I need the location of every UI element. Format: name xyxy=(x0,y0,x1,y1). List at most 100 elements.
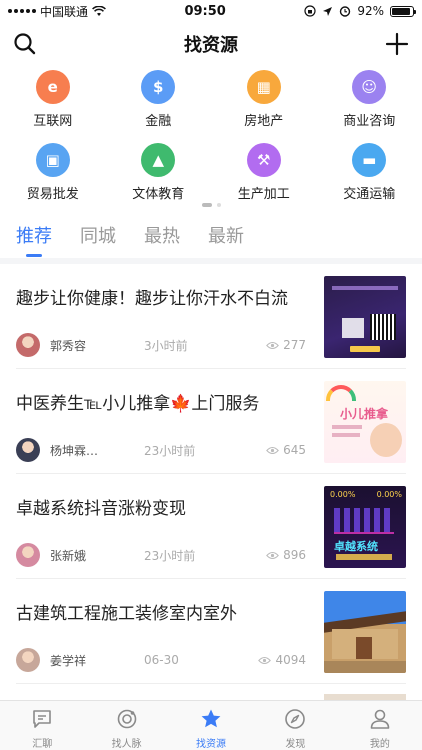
status-bar: 中国联通 09:50 92% xyxy=(0,0,422,22)
compass-icon xyxy=(285,709,306,729)
thumb-percent: 0.00% xyxy=(330,490,356,499)
feed-item[interactable]: 中医养生℡小儿推拿🍁上门服务 杨坤霖… 23小时前 645 小儿推拿 xyxy=(16,369,406,474)
category-consulting[interactable]: ☺ 商业咨询 xyxy=(317,70,422,129)
tab-label: 推荐 xyxy=(16,226,52,247)
signal-icon xyxy=(8,9,36,13)
avatar[interactable] xyxy=(16,438,40,462)
transport-icon: ▬ xyxy=(352,143,387,177)
feed-item[interactable]: 趣步让你健康！趣步让你汗水不白流郭秀容 3小时前 277 xyxy=(16,264,406,369)
author-name: 郭秀容 xyxy=(50,338,87,353)
category-trade[interactable]: ▣ 贸易批发 xyxy=(0,143,106,202)
category-internet[interactable]: e 互联网 xyxy=(0,70,106,129)
tab-3[interactable]: 最新 xyxy=(208,222,244,258)
category-label: 文体教育 xyxy=(132,187,185,202)
feed-item[interactable]: 卓越系统抖音涨粉变现 张新娥 23小时前 896 0.00% 0.00% 卓越系统 xyxy=(16,474,406,579)
alarm-icon xyxy=(340,6,351,17)
tab-underline xyxy=(26,254,42,257)
author-name: 姜学祥 xyxy=(50,653,87,668)
ancient-building-photo[interactable] xyxy=(324,591,406,673)
add-icon[interactable] xyxy=(384,31,410,57)
item-title: 中医养生℡小儿推拿🍁上门服务 xyxy=(16,394,260,414)
qubu-poster[interactable] xyxy=(324,276,406,358)
status-right: 92% xyxy=(304,4,416,18)
zhuoyue-poster[interactable]: 0.00% 0.00% 卓越系统 xyxy=(324,486,406,568)
building-icon: ▦ xyxy=(246,70,281,104)
tabbar-item-star[interactable]: 找资源 xyxy=(169,701,253,750)
tabbar-item-person[interactable]: 我的 xyxy=(338,701,422,750)
manufacturing-icon: ⚒ xyxy=(246,143,281,177)
orientation-lock-icon xyxy=(304,5,316,17)
tab-label: 同城 xyxy=(80,226,116,247)
tabbar-item-compass[interactable]: 发现 xyxy=(253,701,337,750)
internet-icon: e xyxy=(35,70,70,104)
eye-icon xyxy=(266,551,279,559)
view-count: 4094 xyxy=(258,653,306,667)
feed-item[interactable]: 古建筑工程施工装修室内室外姜学祥 06-30 4094 xyxy=(16,579,406,684)
bottom-tab-bar: 汇聊 找人脉 找资源 发现 我的 xyxy=(0,700,422,750)
category-manufacturing[interactable]: ⚒ 生产加工 xyxy=(211,143,317,202)
avatar[interactable] xyxy=(16,543,40,567)
eye-icon xyxy=(266,446,279,454)
item-meta: 姜学祥 06-30 4094 xyxy=(16,647,306,673)
category-finance[interactable]: $ 金融 xyxy=(106,70,212,129)
item-title: 趣步让你健康！趣步让你汗水不白流 xyxy=(16,289,288,309)
item-meta: 杨坤霖… 23小时前 645 xyxy=(16,437,306,463)
eye-icon xyxy=(266,341,279,349)
chat-icon xyxy=(33,710,52,728)
tabbar-label: 汇聊 xyxy=(32,739,53,750)
category-building[interactable]: ▦ 房地产 xyxy=(211,70,317,129)
status-time: 09:50 xyxy=(184,3,226,19)
status-left: 中国联通 xyxy=(8,3,106,20)
post-time: 23小时前 xyxy=(144,443,196,458)
view-count-value: 4094 xyxy=(275,653,306,667)
tabbar-item-network[interactable]: 找人脉 xyxy=(84,701,168,750)
thumb-title: 小儿推拿 xyxy=(340,407,389,421)
category-label: 互联网 xyxy=(33,114,73,129)
view-count-value: 277 xyxy=(283,338,306,352)
page-title: 找资源 xyxy=(184,35,238,56)
category-transport[interactable]: ▬ 交通运输 xyxy=(317,143,422,202)
item-title: 古建筑工程施工装修室内室外 xyxy=(16,604,237,624)
trade-icon: ▣ xyxy=(35,143,70,177)
resource-feed: 趣步让你健康！趣步让你汗水不白流郭秀容 3小时前 277 中医养生℡小儿推拿🍁上门服务… xyxy=(0,264,422,684)
tabbar-label: 我的 xyxy=(369,739,390,750)
post-time: 3小时前 xyxy=(144,338,188,353)
item-meta: 张新娥 23小时前 896 xyxy=(16,542,306,568)
location-icon xyxy=(323,6,333,16)
item-title: 卓越系统抖音涨粉变现 xyxy=(16,499,186,519)
avatar[interactable] xyxy=(16,333,40,357)
tab-1[interactable]: 同城 xyxy=(80,222,116,258)
xiaoer-tuina-poster[interactable]: 小儿推拿 xyxy=(324,381,406,463)
nav-bar: 找资源 xyxy=(0,22,422,66)
battery-icon xyxy=(389,5,416,17)
carrier-label: 中国联通 xyxy=(40,4,89,19)
tab-label: 最新 xyxy=(208,226,244,247)
author-name: 张新娥 xyxy=(50,548,87,563)
tabbar-label: 找人脉 xyxy=(111,739,142,750)
tab-label: 最热 xyxy=(144,226,180,247)
category-label: 商业咨询 xyxy=(343,114,396,129)
category-label: 交通运输 xyxy=(343,187,396,202)
avatar[interactable] xyxy=(16,648,40,672)
search-icon[interactable] xyxy=(12,31,38,57)
tab-2[interactable]: 最热 xyxy=(144,222,180,258)
feed-tabs: 推荐 同城 最热 最新 xyxy=(16,222,244,258)
view-count: 645 xyxy=(266,443,306,457)
category-label: 房地产 xyxy=(244,114,284,129)
consulting-icon: ☺ xyxy=(352,70,387,104)
star-icon xyxy=(201,709,221,728)
view-count-value: 645 xyxy=(283,443,306,457)
tab-0[interactable]: 推荐 xyxy=(16,222,52,258)
post-time: 23小时前 xyxy=(144,548,196,563)
thumb-percent-right: 0.00% xyxy=(376,490,402,499)
network-icon xyxy=(117,709,136,729)
finance-icon: $ xyxy=(141,70,176,104)
tabbar-item-chat[interactable]: 汇聊 xyxy=(0,701,84,750)
category-label: 生产加工 xyxy=(237,187,290,202)
category-label: 金融 xyxy=(145,114,172,129)
item-meta: 郭秀容 3小时前 277 xyxy=(16,332,306,358)
category-education[interactable]: ▲ 文体教育 xyxy=(106,143,212,202)
category-label: 贸易批发 xyxy=(26,187,79,202)
view-count: 896 xyxy=(266,548,306,562)
view-count: 277 xyxy=(266,338,306,352)
